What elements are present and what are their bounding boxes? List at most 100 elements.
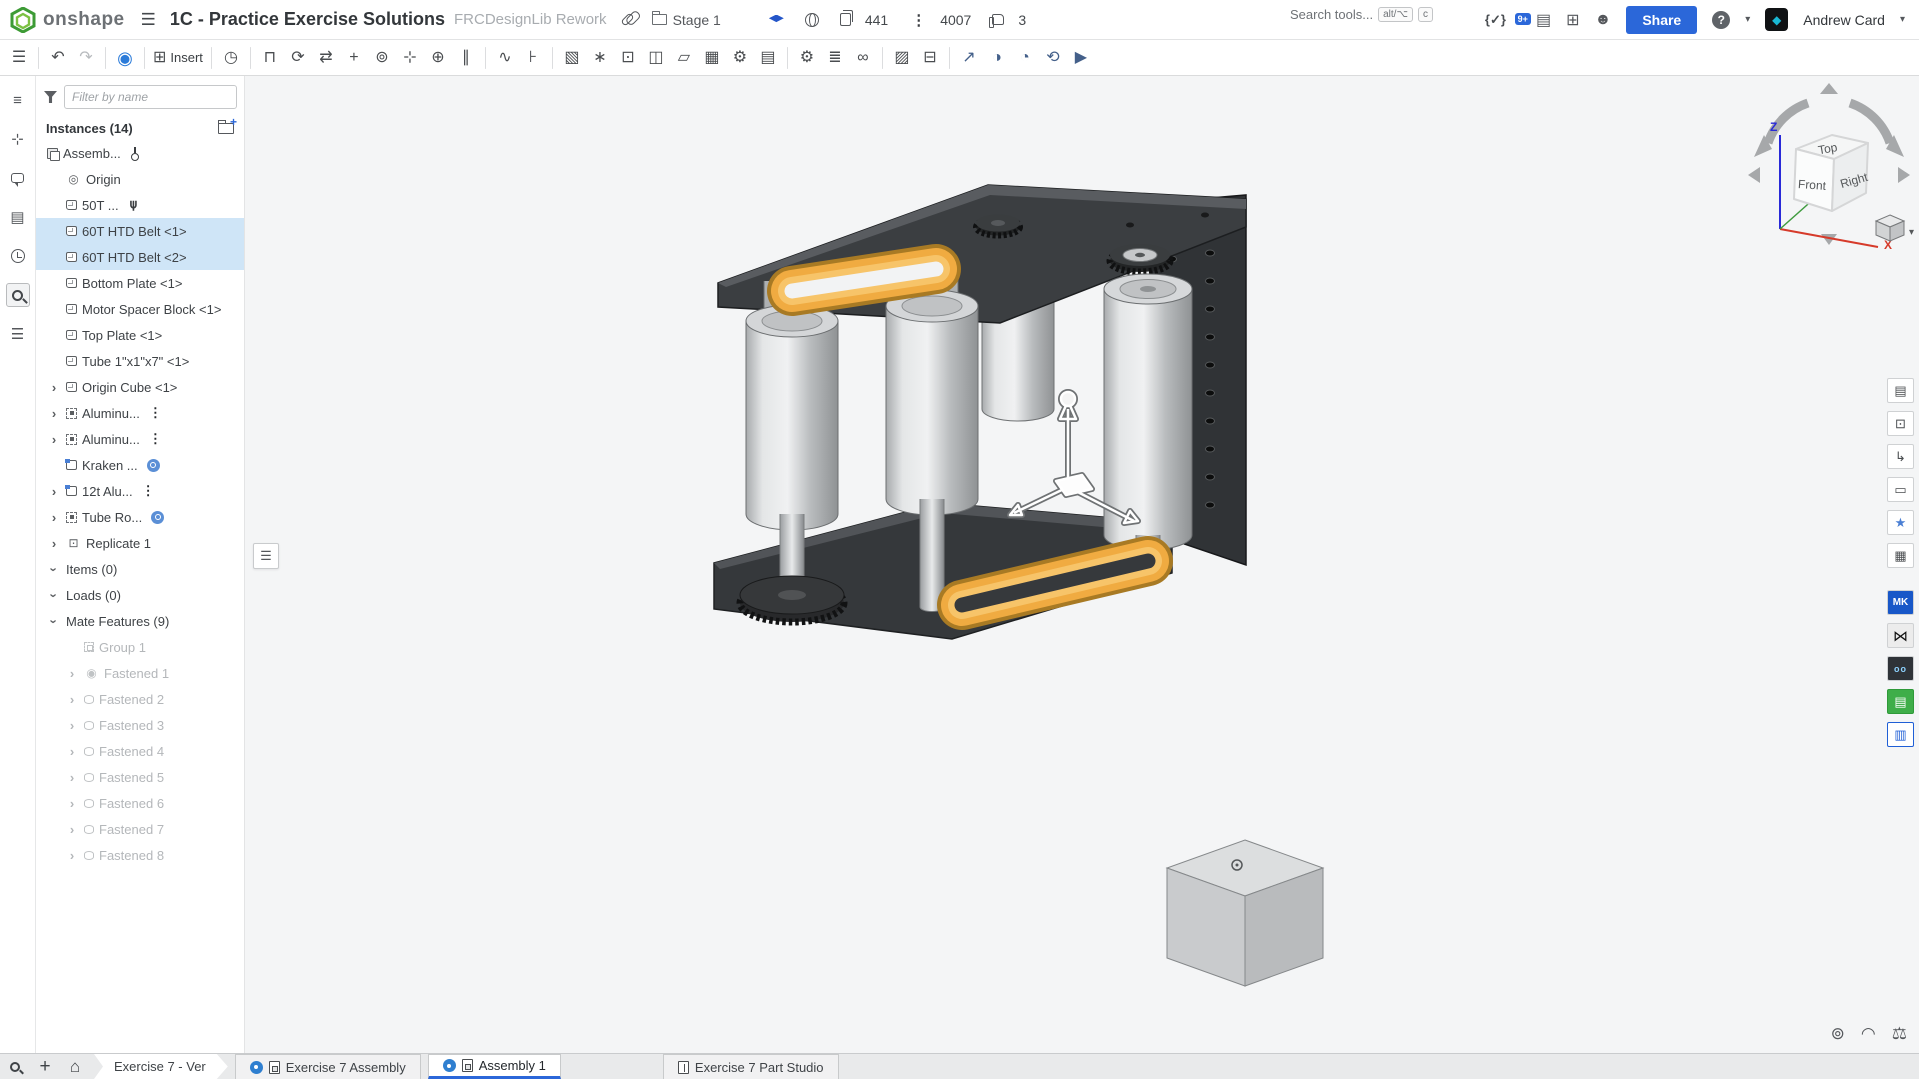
section-view-button[interactable]: ◑ bbox=[984, 44, 1010, 72]
tree-item[interactable]: › Items (0) bbox=[36, 556, 244, 582]
comments-button[interactable] bbox=[6, 166, 30, 190]
hamburger-menu-icon[interactable]: ☰ bbox=[141, 10, 156, 30]
gearbox-assembly-model[interactable] bbox=[700, 169, 1260, 669]
interference-button[interactable]: ⚙ bbox=[727, 44, 753, 72]
divider-button[interactable] bbox=[211, 47, 212, 69]
display-states-button[interactable]: ▦ bbox=[699, 44, 725, 72]
chev-right-icon[interactable]: › bbox=[65, 797, 79, 810]
document-tab[interactable]: Exercise 7 Part Studio bbox=[663, 1054, 839, 1079]
tree-item[interactable]: Bottom Plate <1> bbox=[36, 270, 244, 296]
filter-icon[interactable] bbox=[44, 91, 57, 103]
user-name[interactable]: Andrew Card bbox=[1803, 12, 1885, 28]
group-parts-button[interactable]: ▧ bbox=[559, 44, 585, 72]
tree-item[interactable]: › ◉ Fastened 1 bbox=[36, 660, 244, 686]
snap-mode-button[interactable]: ∿ bbox=[492, 44, 518, 72]
tree-item[interactable]: › ⊡ Replicate 1 bbox=[36, 530, 244, 556]
tree-item[interactable]: Tube 1"x1"x7" <1> bbox=[36, 348, 244, 374]
home-button[interactable]: ⌂ bbox=[60, 1054, 90, 1079]
chev-right-icon[interactable]: › bbox=[65, 849, 79, 862]
chev-right-icon[interactable]: › bbox=[65, 693, 79, 706]
notes-button[interactable]: ▤ bbox=[6, 205, 30, 229]
chev-down-icon[interactable]: › bbox=[48, 562, 61, 576]
sheet-metal-button[interactable]: ▤ bbox=[755, 44, 781, 72]
tree-item[interactable]: ◎ Origin bbox=[36, 166, 244, 192]
ball-mate-button[interactable]: ⊚ bbox=[369, 44, 395, 72]
copies-icon[interactable] bbox=[840, 13, 851, 26]
chev-down-icon[interactable]: › bbox=[48, 614, 61, 628]
add-tab-button[interactable]: + bbox=[30, 1054, 60, 1079]
sync-update-button[interactable]: ◉ bbox=[112, 44, 138, 72]
mate-connector-button[interactable]: ⊦ bbox=[520, 44, 546, 72]
chev-right-icon[interactable]: › bbox=[47, 537, 61, 550]
tree-item[interactable]: › Fastened 8 bbox=[36, 842, 244, 868]
chev-right-icon[interactable]: › bbox=[65, 745, 79, 758]
divider-button[interactable] bbox=[250, 47, 251, 69]
gear-relation-button[interactable]: ⚙ bbox=[794, 44, 820, 72]
frame-panel-button[interactable]: ▭ bbox=[1887, 477, 1914, 502]
redo-button[interactable]: ↷ bbox=[73, 44, 99, 72]
tree-item[interactable]: › Fastened 6 bbox=[36, 790, 244, 816]
apps-grid-icon[interactable]: ⊞ bbox=[1566, 10, 1579, 30]
chev-right-icon[interactable]: › bbox=[65, 719, 79, 732]
rack-relation-button[interactable]: ≣ bbox=[822, 44, 848, 72]
tree-item[interactable]: Top Plate <1> bbox=[36, 322, 244, 348]
education-icon[interactable] bbox=[769, 15, 784, 25]
tree-item[interactable]: › Aluminu... ⋮ bbox=[36, 426, 244, 452]
tree-item[interactable]: Kraken ... bbox=[36, 452, 244, 478]
sequence-panel-button[interactable]: ↳ bbox=[1887, 444, 1914, 469]
rollback-button[interactable]: ◷ bbox=[218, 44, 244, 72]
protractor-button[interactable]: ◠ bbox=[1861, 1024, 1876, 1044]
tree-item[interactable]: › Loads (0) bbox=[36, 582, 244, 608]
user-avatar[interactable]: ◆ bbox=[1765, 8, 1788, 31]
search-panel-button[interactable] bbox=[6, 283, 30, 307]
drawing-button[interactable]: ▨ bbox=[889, 44, 915, 72]
divider-button[interactable] bbox=[144, 47, 145, 69]
link-icon[interactable] bbox=[151, 511, 164, 524]
user-menu-caret-icon[interactable]: ▾ bbox=[1900, 14, 1905, 25]
tree-item[interactable]: › Origin Cube <1> bbox=[36, 374, 244, 400]
turntable-button[interactable]: ⟲ bbox=[1040, 44, 1066, 72]
insert-button[interactable]: ⊞ Insert bbox=[151, 44, 205, 72]
robot-app-button[interactable]: oo bbox=[1887, 656, 1914, 681]
version-check-icon[interactable]: {✓} bbox=[1485, 12, 1506, 28]
pin-slot-mate-button[interactable]: ⊹ bbox=[397, 44, 423, 72]
butterfly-app-button[interactable]: ⋈ bbox=[1887, 623, 1914, 648]
tree-item[interactable]: › Aluminu... ⋮ bbox=[36, 400, 244, 426]
assembly-structure-button[interactable]: ≡ bbox=[6, 88, 30, 112]
chev-right-icon[interactable]: › bbox=[47, 407, 61, 420]
tree-item[interactable]: › Fastened 2 bbox=[36, 686, 244, 712]
tree-item[interactable]: › Fastened 7 bbox=[36, 816, 244, 842]
tree-item[interactable]: Assemb... bbox=[36, 140, 244, 166]
divider-button[interactable] bbox=[38, 47, 39, 69]
chev-right-icon[interactable]: › bbox=[65, 771, 79, 784]
bom-panel-button[interactable]: ▤ bbox=[1887, 378, 1914, 403]
transform-button[interactable]: ⊹ bbox=[6, 127, 30, 151]
new-folder-icon[interactable] bbox=[218, 123, 234, 134]
tree-item[interactable]: Group 1 bbox=[36, 634, 244, 660]
fastened-mate-button[interactable]: ⊓ bbox=[257, 44, 283, 72]
outline-button[interactable]: ☰ bbox=[6, 322, 30, 346]
graphics-viewport[interactable]: ☰ bbox=[245, 76, 1919, 1053]
pinwheel-app-button[interactable]: ★ bbox=[1887, 510, 1914, 535]
slider-mate-button[interactable]: ⇄ bbox=[313, 44, 339, 72]
followers-icon[interactable]: ⋮ bbox=[911, 11, 926, 29]
chev-right-icon[interactable]: › bbox=[65, 823, 79, 836]
folder-name[interactable]: Stage 1 bbox=[673, 12, 721, 28]
tape-measure-button[interactable]: ⊚ bbox=[1831, 1024, 1845, 1044]
chev-right-icon[interactable]: › bbox=[47, 511, 61, 524]
animate-button[interactable]: ▶ bbox=[1068, 44, 1094, 72]
search-tabs-button[interactable] bbox=[0, 1054, 30, 1079]
divider-button[interactable] bbox=[949, 47, 950, 69]
config-panel-button[interactable]: ⊡ bbox=[1887, 411, 1914, 436]
view-cube[interactable]: Z X Top Front Right ▾ bbox=[1740, 79, 1919, 249]
likes-icon[interactable] bbox=[992, 14, 1004, 25]
tree-item[interactable]: 60T HTD Belt <2> bbox=[36, 244, 244, 270]
public-icon[interactable] bbox=[805, 13, 819, 27]
tree-item[interactable]: › Fastened 5 bbox=[36, 764, 244, 790]
tree-item[interactable]: › Tube Ro... bbox=[36, 504, 244, 530]
tree-item[interactable]: Motor Spacer Block <1> bbox=[36, 296, 244, 322]
divider-button[interactable] bbox=[882, 47, 883, 69]
chev-right-icon[interactable]: › bbox=[65, 667, 79, 680]
chev-down-icon[interactable]: › bbox=[48, 588, 61, 602]
named-positions-button[interactable]: ◫ bbox=[643, 44, 669, 72]
